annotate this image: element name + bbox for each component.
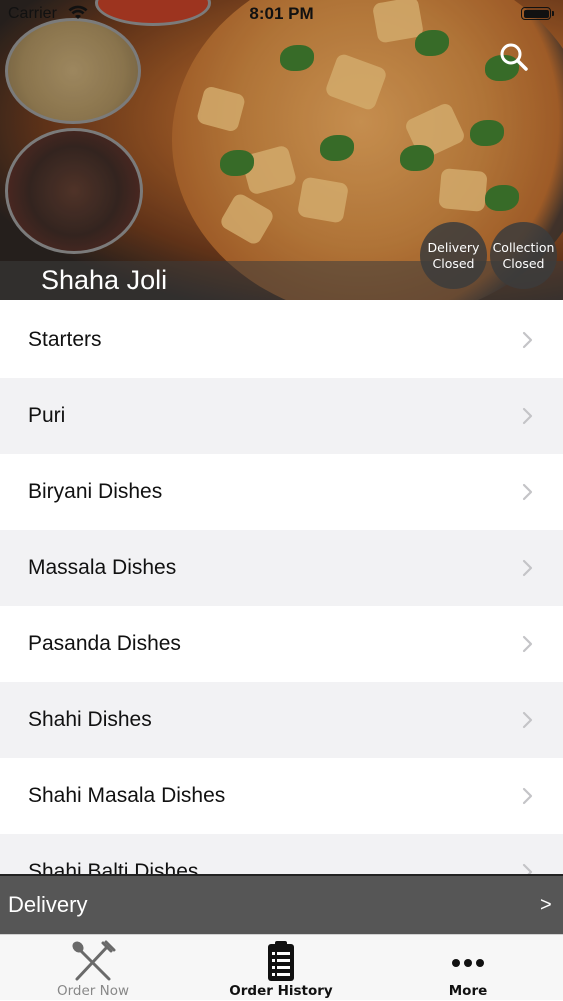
menu-category-row[interactable]: Shahi Dishes (0, 682, 563, 758)
clock: 8:01 PM (249, 4, 314, 23)
category-label: Massala Dishes (28, 556, 177, 579)
chevron-right-icon (522, 331, 533, 349)
delivery-mode-bar[interactable]: Delivery > (0, 874, 563, 934)
battery-icon (521, 7, 551, 20)
restaurant-name: Shaha Joli (41, 265, 168, 295)
clipboard-list-icon (268, 941, 294, 981)
menu-category-row[interactable]: Starters (0, 302, 563, 378)
status-bar: Carrier 8:01 PM (0, 0, 563, 30)
menu-category-row[interactable]: Biryani Dishes (0, 454, 563, 530)
category-label: Pasanda Dishes (28, 632, 181, 655)
chevron-right-icon (522, 787, 533, 805)
tab-order-history[interactable]: Order History (211, 935, 351, 1001)
delivery-status-badge[interactable]: Delivery Closed (420, 222, 487, 289)
chevron-right-icon (522, 635, 533, 653)
menu-category-row[interactable]: Shahi Balti Dishes (0, 834, 563, 875)
collection-status-line1: Collection (492, 239, 555, 255)
tab-bar: Order Now Order History More (0, 934, 563, 1000)
tab-label: Order History (229, 983, 333, 999)
tab-label: More (448, 983, 488, 999)
more-dots-icon (452, 959, 484, 967)
search-icon[interactable] (497, 40, 531, 74)
tab-label: Order Now (56, 983, 130, 999)
chevron-right-icon (522, 407, 533, 425)
category-label: Puri (28, 404, 66, 427)
menu-category-row[interactable]: Massala Dishes (0, 530, 563, 606)
chevron-right-icon (522, 711, 533, 729)
category-label: Shahi Masala Dishes (28, 784, 226, 807)
collection-status-line2: Closed (502, 255, 545, 271)
menu-category-list[interactable]: Starters Puri Biryani Dishes Massala Dis… (0, 302, 563, 875)
delivery-status-line1: Delivery (427, 239, 480, 255)
category-label: Shahi Balti Dishes (28, 860, 199, 875)
tab-more[interactable]: More (398, 935, 538, 1001)
delivery-arrow-icon: > (540, 894, 552, 916)
fork-knife-icon (72, 940, 116, 981)
chevron-right-icon (522, 559, 533, 577)
category-label: Shahi Dishes (28, 708, 152, 731)
menu-category-row[interactable]: Puri (0, 378, 563, 454)
delivery-status-line2: Closed (432, 255, 475, 271)
tab-order-now[interactable]: Order Now (23, 935, 163, 1001)
menu-category-row[interactable]: Shahi Masala Dishes (0, 758, 563, 834)
menu-category-row[interactable]: Pasanda Dishes (0, 606, 563, 682)
category-label: Starters (28, 328, 102, 351)
delivery-mode-label: Delivery (8, 892, 88, 917)
category-label: Biryani Dishes (28, 480, 163, 503)
collection-status-badge[interactable]: Collection Closed (490, 222, 557, 289)
chevron-right-icon (522, 483, 533, 501)
